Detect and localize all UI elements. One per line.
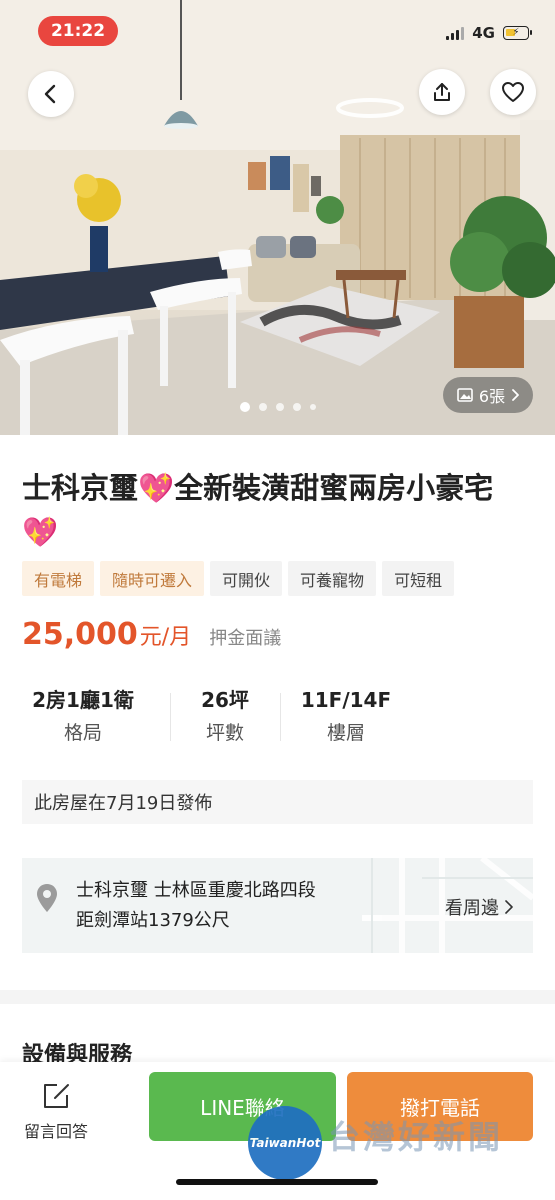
bottom-action-bar: 留言回答 LINE聯絡 撥打電話 TaiwanHot 台灣好新聞 (0, 1062, 555, 1200)
address-text: 士科京璽 士林區重慶北路四段 (76, 880, 316, 901)
network-label: 4G (472, 24, 495, 42)
reply-label: 留言回答 (23, 1122, 88, 1141)
photo-count-button[interactable]: 6張 (443, 377, 533, 413)
reply-button[interactable]: 留言回答 (18, 1082, 94, 1142)
price-row: 25,000 元/月 押金面議 (22, 617, 281, 652)
pagination-dot[interactable] (258, 403, 267, 411)
back-button[interactable] (28, 71, 74, 117)
location-card[interactable]: 士科京璽 士林區重慶北路四段 距劍潭站1379公尺 看周邊 (22, 858, 533, 953)
listing-title: 士科京璽💖全新裝潢甜蜜兩房小豪宅💖 (22, 471, 494, 549)
watermark-text: 台灣好新聞 (328, 1118, 504, 1156)
home-indicator[interactable] (176, 1179, 378, 1185)
price-unit: 元/月 (139, 625, 192, 650)
tag-pets-allowed: 可養寵物 (288, 561, 377, 596)
location-address-block: 士科京璽 士林區重慶北路四段 距劍潭站1379公尺 (76, 876, 316, 936)
stat-value: 26坪 (201, 688, 249, 712)
view-nearby-label: 看周邊 (445, 898, 499, 919)
stat-layout: 2房1廳1衛 格局 (22, 685, 144, 747)
tag-short-term: 可短租 (382, 561, 455, 596)
chevron-left-icon (44, 84, 56, 104)
stat-value: 11F/14F (300, 688, 392, 712)
pagination-dot[interactable] (309, 404, 316, 410)
feature-tags: 有電梯 隨時可遷入 可開伙 可養寵物 可短租 (22, 561, 455, 596)
view-nearby-link[interactable]: 看周邊 (445, 894, 513, 920)
share-button[interactable] (419, 69, 465, 115)
price-value: 25,000 (22, 617, 138, 652)
tag-elevator: 有電梯 (22, 561, 95, 596)
stat-label: 格局 (63, 722, 102, 744)
listing-photo-gallery[interactable]: 21:22 4G ⚡ 6張 (0, 0, 555, 435)
room-photo (0, 0, 555, 435)
divider (170, 693, 171, 741)
heart-icon (502, 82, 524, 102)
favorite-button[interactable] (490, 69, 536, 115)
deposit-note: 押金面議 (209, 628, 282, 649)
status-time: 21:22 (38, 16, 118, 46)
stat-area: 26坪 坪數 (182, 685, 268, 747)
status-indicators: 4G ⚡ (446, 24, 532, 42)
stat-floor: 11F/14F 樓層 (292, 685, 400, 747)
pagination-dot[interactable] (292, 403, 301, 411)
listing-stats: 2房1廳1衛 格局 26坪 坪數 11F/14F 樓層 (0, 685, 420, 749)
chevron-right-icon (512, 389, 519, 401)
stat-label: 樓層 (326, 722, 365, 744)
publish-date-note: 此房屋在7月19日發佈 (22, 780, 533, 824)
pagination-dot[interactable] (239, 402, 250, 412)
station-distance: 距劍潭站1379公尺 (76, 910, 230, 931)
tag-move-in-anytime: 隨時可遷入 (100, 561, 205, 596)
pagination-dot[interactable] (275, 403, 284, 411)
divider (280, 693, 281, 741)
tag-cooking-allowed: 可開伙 (210, 561, 283, 596)
photo-count-label: 6張 (478, 387, 506, 406)
section-divider (0, 990, 555, 1004)
battery-icon: ⚡ (503, 26, 532, 40)
chevron-right-icon (505, 900, 513, 914)
signal-icon (446, 26, 465, 40)
share-icon (434, 83, 450, 101)
edit-icon (44, 1084, 69, 1108)
stat-value: 2房1廳1衛 (32, 688, 134, 712)
image-icon (457, 388, 473, 402)
stat-label: 坪數 (205, 722, 244, 744)
watermark-logo: TaiwanHot (248, 1106, 322, 1180)
location-pin-icon (37, 884, 57, 912)
